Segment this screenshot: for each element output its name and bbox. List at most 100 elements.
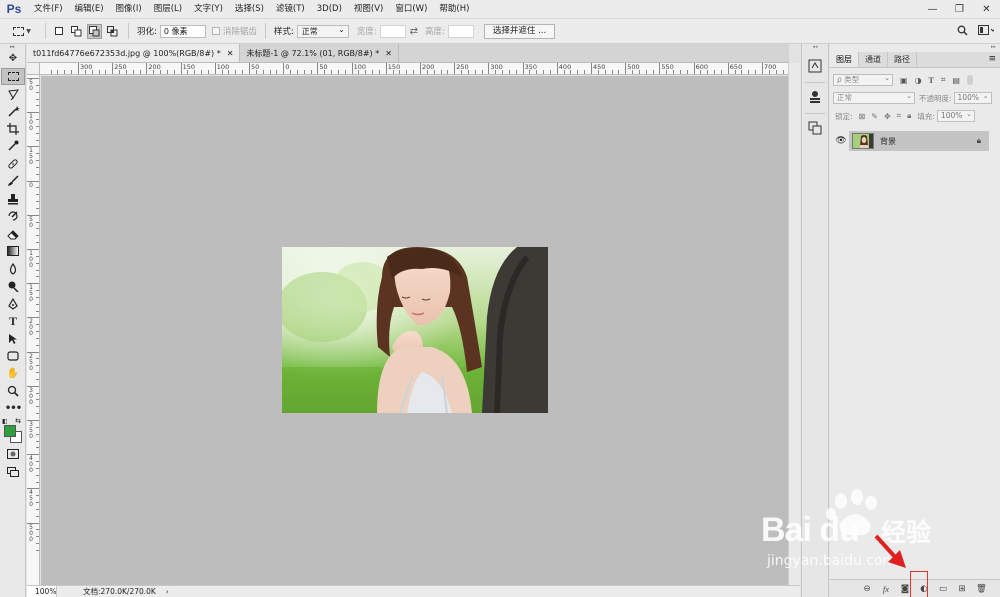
rect-marquee-tool-icon[interactable]: [1, 67, 25, 85]
folder-icon[interactable]: ▭: [938, 584, 948, 594]
more-tools-icon[interactable]: •••: [1, 400, 25, 418]
mask-icon[interactable]: ◙: [900, 584, 910, 594]
shape-filter-icon[interactable]: ⌗: [941, 75, 946, 85]
select-and-mask-button[interactable]: 选择并遮住 ...: [483, 23, 556, 39]
tab-channels[interactable]: 通道: [859, 52, 888, 67]
menu-help[interactable]: 帮助(H): [433, 0, 475, 19]
tab-document-2[interactable]: 未标题-1 @ 72.1% (01, RGB/8#) * ✕: [240, 44, 399, 62]
pixel-filter-icon[interactable]: ▣: [900, 76, 908, 85]
lock-image-icon[interactable]: ✎: [871, 112, 878, 121]
workspace-switcher[interactable]: [978, 23, 994, 38]
blur-tool-icon[interactable]: [1, 260, 25, 278]
history-brush-tool-icon[interactable]: [1, 208, 25, 226]
tab-document-1[interactable]: t011fd64776e672353d.jpg @ 100%(RGB/8#) *…: [27, 44, 241, 62]
pen-tool-icon[interactable]: [1, 295, 25, 313]
intersect-selection-button[interactable]: [105, 24, 120, 39]
gradient-tool-icon[interactable]: [1, 243, 25, 261]
canvas-area[interactable]: [41, 76, 788, 585]
lock-position-icon[interactable]: ✥: [884, 112, 891, 121]
hand-tool-icon[interactable]: ✋: [1, 365, 25, 383]
brush-tool-icon[interactable]: [1, 173, 25, 191]
lock-transparent-icon[interactable]: ⊠: [859, 112, 866, 121]
width-input[interactable]: [379, 24, 406, 38]
fx-icon[interactable]: fx: [881, 584, 891, 594]
zoom-level-field[interactable]: 100%: [27, 586, 57, 597]
close-icon[interactable]: ✕: [227, 49, 234, 58]
swap-colors-icon[interactable]: ⇆: [15, 417, 21, 425]
vertical-ruler[interactable]: 50 100 150 0 50 100 150 200 250 300 350 400 450 500: [27, 75, 40, 585]
menu-image[interactable]: 图像(I): [110, 0, 148, 19]
height-input[interactable]: [447, 24, 474, 38]
panel-menu-icon[interactable]: ≡: [988, 54, 996, 64]
libraries-panel-icon[interactable]: [805, 118, 825, 138]
zoom-tool-icon[interactable]: [1, 383, 25, 401]
screen-mode-icon[interactable]: [1, 463, 25, 481]
add-selection-button[interactable]: [69, 24, 84, 39]
move-tool-icon[interactable]: ✥: [1, 50, 25, 68]
smart-object-filter-icon[interactable]: ▤: [952, 76, 960, 85]
clone-stamp-tool-icon[interactable]: [1, 190, 25, 208]
restore-button[interactable]: ❐: [946, 0, 973, 19]
path-selection-tool-icon[interactable]: [1, 330, 25, 348]
menu-file[interactable]: 文件(F): [28, 0, 69, 19]
healing-brush-tool-icon[interactable]: [1, 155, 25, 173]
menu-type[interactable]: 文字(Y): [188, 0, 229, 19]
feather-input[interactable]: 0 像素: [159, 24, 206, 38]
ruler-origin[interactable]: [27, 63, 40, 75]
close-window-button[interactable]: ✕: [973, 0, 1000, 19]
menu-window[interactable]: 窗口(W): [389, 0, 433, 19]
panel-grip[interactable]: ▸▸: [830, 44, 1000, 52]
vertical-scrollbar[interactable]: [788, 63, 800, 585]
menu-select[interactable]: 选择(S): [229, 0, 270, 19]
layer-body[interactable]: 背景 🔒︎: [849, 131, 989, 151]
style-select[interactable]: 正常: [296, 24, 349, 38]
horizontal-ruler[interactable]: 300 250 200 150 100 50 0 50 100 150 200 250 300 350 40…: [40, 63, 788, 75]
panel-grip[interactable]: ◂◂: [802, 44, 828, 52]
layer-kind-filter[interactable]: ρ 类型: [833, 73, 893, 86]
new-selection-button[interactable]: [51, 24, 66, 39]
lock-artboard-icon[interactable]: ⌗: [897, 111, 902, 121]
eye-icon[interactable]: 👁︎: [833, 136, 849, 146]
crop-tool-icon[interactable]: [1, 120, 25, 138]
filter-toggle[interactable]: [966, 75, 973, 85]
menu-edit[interactable]: 编辑(E): [69, 0, 110, 19]
search-icon[interactable]: [954, 23, 970, 38]
history-panel-icon[interactable]: [805, 56, 825, 76]
blend-mode-select[interactable]: 正常: [833, 91, 915, 104]
type-tool-icon[interactable]: T: [1, 313, 25, 331]
eyedropper-tool-icon[interactable]: [1, 138, 25, 156]
close-icon[interactable]: ✕: [385, 49, 392, 58]
menu-view[interactable]: 视图(V): [348, 0, 389, 19]
eraser-tool-icon[interactable]: [1, 225, 25, 243]
lasso-tool-icon[interactable]: [1, 85, 25, 103]
type-filter-icon[interactable]: T: [929, 76, 934, 85]
swap-icon[interactable]: ⇄: [410, 26, 418, 37]
properties-panel-icon[interactable]: [805, 87, 825, 107]
link-icon[interactable]: ⊖: [862, 584, 872, 594]
menu-3d[interactable]: 3D(D): [311, 0, 348, 19]
shape-tool-icon[interactable]: [1, 348, 25, 366]
dodge-tool-icon[interactable]: [1, 278, 25, 296]
status-menu-arrow[interactable]: ›: [166, 588, 169, 596]
document-image[interactable]: [282, 247, 548, 413]
foreground-color-swatch[interactable]: [4, 424, 16, 437]
opacity-input[interactable]: 100%: [953, 91, 992, 104]
tab-paths[interactable]: 路径: [888, 52, 917, 67]
tool-preset-picker[interactable]: ▼: [4, 21, 40, 41]
magic-wand-tool-icon[interactable]: [1, 103, 25, 121]
subtract-selection-button[interactable]: [87, 23, 102, 39]
tab-layers[interactable]: 图层: [830, 52, 859, 67]
menu-filter[interactable]: 滤镜(T): [270, 0, 311, 19]
new-layer-icon[interactable]: ⊞: [957, 584, 967, 594]
fill-input[interactable]: 100%: [936, 109, 975, 122]
default-colors-icon[interactable]: ◧: [2, 418, 8, 425]
layer-row[interactable]: 👁︎ 背景 🔒︎: [833, 131, 989, 151]
adjustment-filter-icon[interactable]: ◑: [915, 76, 922, 85]
minimize-button[interactable]: —: [919, 0, 946, 19]
quick-mask-icon[interactable]: [1, 446, 25, 464]
color-swatches[interactable]: ◧ ⇆: [0, 417, 24, 446]
lock-all-icon[interactable]: 🔒︎: [907, 111, 911, 121]
antialias-checkbox[interactable]: [211, 27, 220, 35]
menu-layer[interactable]: 图层(L): [148, 0, 188, 19]
trash-icon[interactable]: 🗑︎: [976, 584, 987, 594]
